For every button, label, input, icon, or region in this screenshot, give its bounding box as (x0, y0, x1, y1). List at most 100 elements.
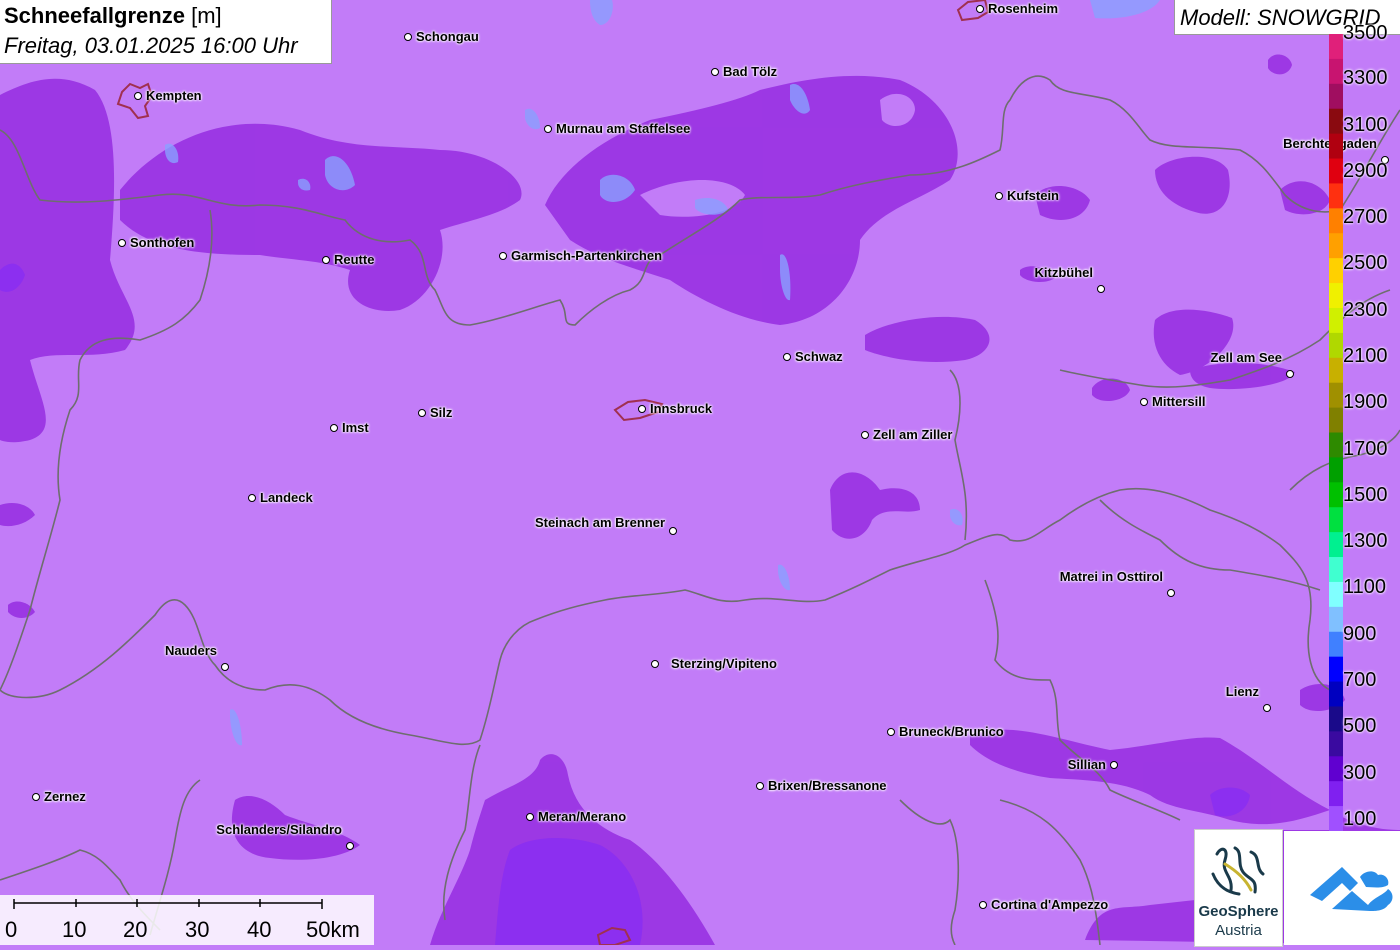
city-label: Zernez (44, 789, 86, 804)
scale-label: 40 (247, 917, 272, 942)
legend-color-step (1329, 407, 1343, 433)
legend-color-step (1329, 656, 1343, 683)
city-label: Sillian (1067, 757, 1106, 772)
city-marker-dot (1140, 398, 1148, 406)
city-marker-dot (526, 813, 534, 821)
geosphere-logo-sub: Austria (1215, 922, 1262, 939)
legend-label: 3100 (1343, 114, 1388, 136)
legend-color-step (1329, 58, 1343, 85)
city-marker-dot (651, 660, 659, 668)
legend-label: 3500 (1343, 22, 1388, 44)
city-label: Kempten (146, 88, 202, 103)
city-marker-dot (346, 842, 354, 850)
city-marker-dot (979, 901, 987, 909)
legend-label: 900 (1343, 623, 1377, 645)
legend-color-step (1329, 557, 1343, 583)
map-title-main: Schneefallgrenze (4, 3, 185, 28)
scale-label: 50km (306, 917, 360, 942)
legend-label: 1900 (1343, 391, 1388, 413)
legend-color-step (1329, 283, 1343, 309)
legend-label: 2900 (1343, 160, 1388, 182)
legend-label: 1300 (1343, 530, 1388, 552)
legend-color-step (1329, 756, 1343, 782)
legend-label: 1500 (1343, 484, 1388, 506)
legend-color-step (1329, 382, 1343, 409)
city-label: Steinach am Brenner (534, 515, 665, 530)
legend-color-step (1329, 108, 1343, 135)
city-marker-dot (330, 424, 338, 432)
city-marker-dot (248, 494, 256, 502)
geosphere-emblem-icon (1211, 846, 1265, 896)
legend-color-step (1329, 681, 1343, 707)
geosphere-logo-name: GeoSphere (1198, 903, 1279, 920)
legend-color-step (1329, 307, 1343, 334)
legend-color-step (1329, 706, 1343, 732)
city-label: Schongau (416, 29, 479, 44)
legend-color-step (1329, 258, 1343, 284)
city-marker-dot (861, 431, 869, 439)
legend-label: 2300 (1343, 299, 1388, 321)
legend-color-step (1329, 233, 1343, 259)
legend-color-step (1329, 631, 1343, 658)
city-label: Kitzbühel (1034, 265, 1094, 280)
city-label: Innsbruck (650, 401, 713, 416)
scale-label: 20 (123, 917, 148, 942)
map-title: Schneefallgrenze [m] (4, 3, 222, 29)
legend-label: 1100 (1343, 576, 1387, 598)
city-label: Sonthofen (130, 235, 195, 250)
legend-label: 500 (1343, 715, 1377, 737)
city-label: Schwaz (795, 349, 843, 364)
scale-label: 30 (185, 917, 210, 942)
legend-label: 300 (1343, 762, 1377, 784)
city-marker-dot (783, 353, 791, 361)
legend-label: 2500 (1343, 252, 1388, 274)
legend-color-bar (1329, 34, 1343, 831)
legend-color-step (1329, 432, 1343, 458)
legend-color-step (1329, 457, 1343, 483)
city-label: Zell am Ziller (873, 427, 953, 442)
city-label: Reutte (334, 252, 375, 267)
city-marker-dot (322, 256, 330, 264)
city-marker-dot (499, 252, 507, 260)
city-label: Imst (342, 420, 369, 435)
city-label: Nauders (164, 643, 217, 658)
city-marker-dot (756, 782, 764, 790)
city-label: Schlanders/Silandro (216, 822, 342, 837)
legend-color-step (1329, 606, 1343, 633)
city-label: Bruneck/Brunico (899, 724, 1004, 739)
snowgrid-logo (1284, 831, 1400, 945)
legend-color-step (1329, 183, 1343, 209)
legend-color-step (1329, 208, 1343, 234)
legend-color-step (1329, 806, 1343, 831)
city-marker-dot (118, 239, 126, 247)
legend-label: 2700 (1343, 206, 1388, 228)
scale-label: 0 (5, 917, 18, 942)
legend-color-step (1329, 482, 1343, 508)
city-marker-dot (995, 192, 1003, 200)
city-label: Rosenheim (988, 1, 1059, 16)
legend-color-step (1329, 731, 1343, 757)
city-marker-dot (1167, 589, 1175, 597)
snow-cloud-icon (1310, 867, 1393, 911)
city-marker-dot (1110, 761, 1118, 769)
city-label: Bad Tölz (723, 64, 778, 79)
legend-label: 2100 (1343, 345, 1388, 367)
city-marker-dot (134, 92, 142, 100)
legend-label: 700 (1343, 669, 1377, 691)
city-label: Garmisch-Partenkirchen (511, 248, 663, 263)
legend-color-step (1329, 781, 1343, 807)
city-label: Mittersill (1152, 394, 1206, 409)
legend-color-step (1329, 34, 1343, 60)
city-label: Matrei in Osttirol (1059, 569, 1163, 584)
legend-label: 1700 (1343, 438, 1388, 460)
city-label: Meran/Merano (538, 809, 627, 824)
map-datetime: Freitag, 03.01.2025 16:00 Uhr (4, 33, 298, 58)
city-label: Lienz (1225, 684, 1259, 699)
city-marker-dot (221, 663, 229, 671)
legend-label: 3300 (1343, 67, 1388, 89)
city-marker-dot (544, 125, 552, 133)
legend-color-step (1329, 532, 1343, 558)
city-marker-dot (669, 527, 677, 535)
city-marker-dot (404, 33, 412, 41)
city-label: Cortina d'Ampezzo (991, 897, 1109, 912)
